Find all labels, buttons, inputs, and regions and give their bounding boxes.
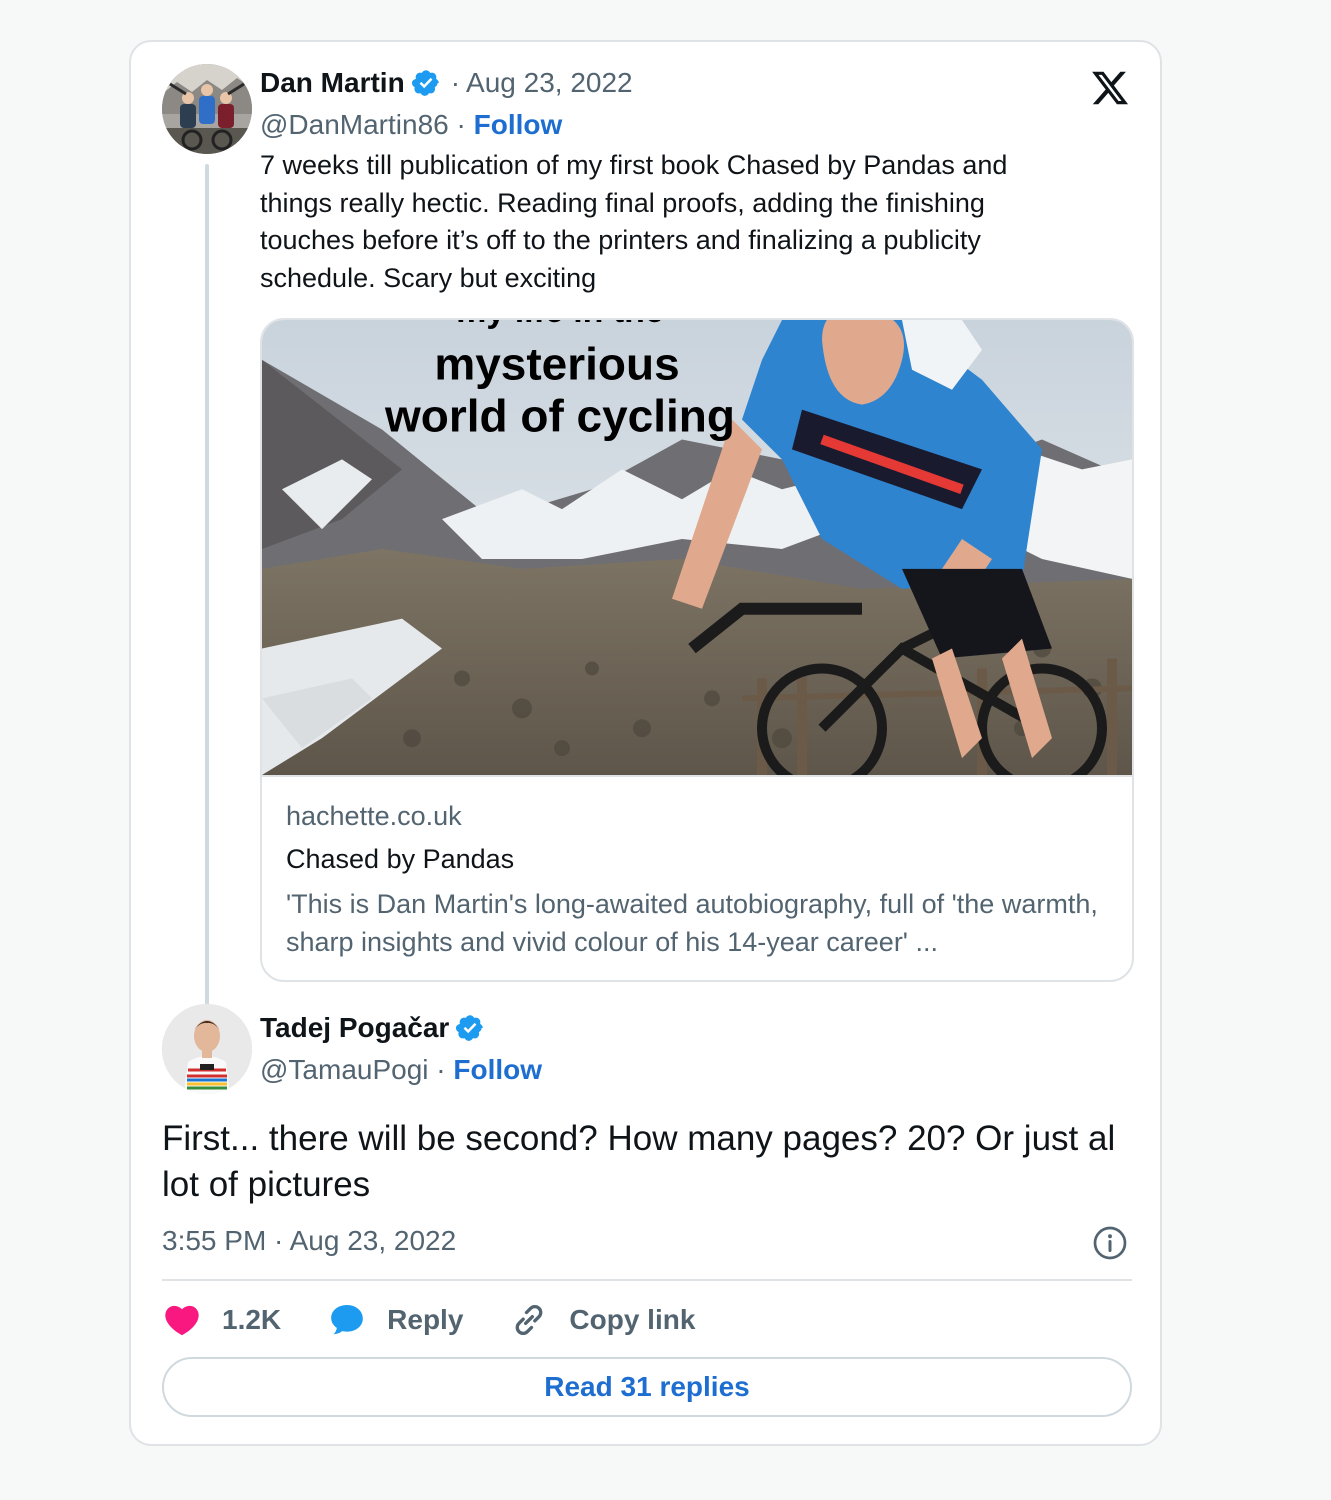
link-preview-card[interactable]: my life in the mysterious world of cycli… [260,318,1134,982]
reply-label: Reply [387,1304,464,1335]
tweet-text: 7 weeks till publication of my first boo… [260,150,1008,293]
like-count: 1.2K [222,1304,282,1335]
like-button[interactable]: 1.2K [162,1300,281,1340]
embedded-tweet-card: Dan Martin · Aug 23, 2022 @DanMartin86 ·… [129,40,1162,1446]
reply-header: Tadej Pogačar [260,1012,485,1044]
tweet-date[interactable]: Aug 23, 2022 [466,67,633,99]
info-icon[interactable] [1092,1225,1128,1261]
cover-title-line-2: world of cycling [384,390,735,442]
link-preview-image: my life in the mysterious world of cycli… [262,320,1132,777]
x-logo-icon[interactable] [1089,68,1131,108]
tweet-header: Dan Martin · Aug 23, 2022 [260,67,633,99]
read-replies-button[interactable]: Read 31 replies [162,1357,1132,1417]
separator-dot: · [436,1054,446,1085]
reply-handle-row: @TamauPogi · Follow [260,1054,542,1086]
link-icon [509,1300,549,1340]
reply-follow-button[interactable]: Follow [453,1054,542,1085]
verified-badge-icon [455,1013,485,1043]
verified-badge-icon [411,68,441,98]
link-description: 'This is Dan Martin's long-awaited autob… [286,889,1098,957]
author-handle-row: @DanMartin86 · Follow [260,109,562,141]
thread-connector-line [205,164,209,1039]
heart-icon [162,1300,202,1340]
cover-title-line-1: mysterious [434,338,679,390]
action-bar: 1.2K Reply Copy link [162,1300,741,1340]
link-domain: hachette.co.uk [286,801,462,831]
reply-button[interactable]: Reply [327,1300,463,1340]
reply-author-handle[interactable]: @TamauPogi [260,1054,429,1085]
speech-bubble-icon [327,1300,367,1340]
link-preview-info: hachette.co.uk Chased by Pandas 'This is… [262,801,1132,961]
follow-button[interactable]: Follow [474,109,563,140]
reply-author-name[interactable]: Tadej Pogačar [260,1012,449,1044]
copy-link-button[interactable]: Copy link [509,1300,695,1340]
divider [162,1279,1132,1281]
link-title: Chased by Pandas [286,844,515,874]
separator-dot: · [450,67,461,98]
copy-link-label: Copy link [569,1304,696,1335]
dan-martin-avatar[interactable] [162,64,252,154]
cover-subtitle-top: my life in the [456,320,664,330]
reply-timestamp[interactable]: 3:55 PM · Aug 23, 2022 [162,1225,456,1257]
author-name[interactable]: Dan Martin [260,67,405,99]
reply-text: First... there will be second? How many … [162,1119,1116,1204]
author-handle[interactable]: @DanMartin86 [260,109,449,140]
separator-dot: · [456,109,466,140]
tadej-pogacar-avatar[interactable] [162,1004,252,1094]
